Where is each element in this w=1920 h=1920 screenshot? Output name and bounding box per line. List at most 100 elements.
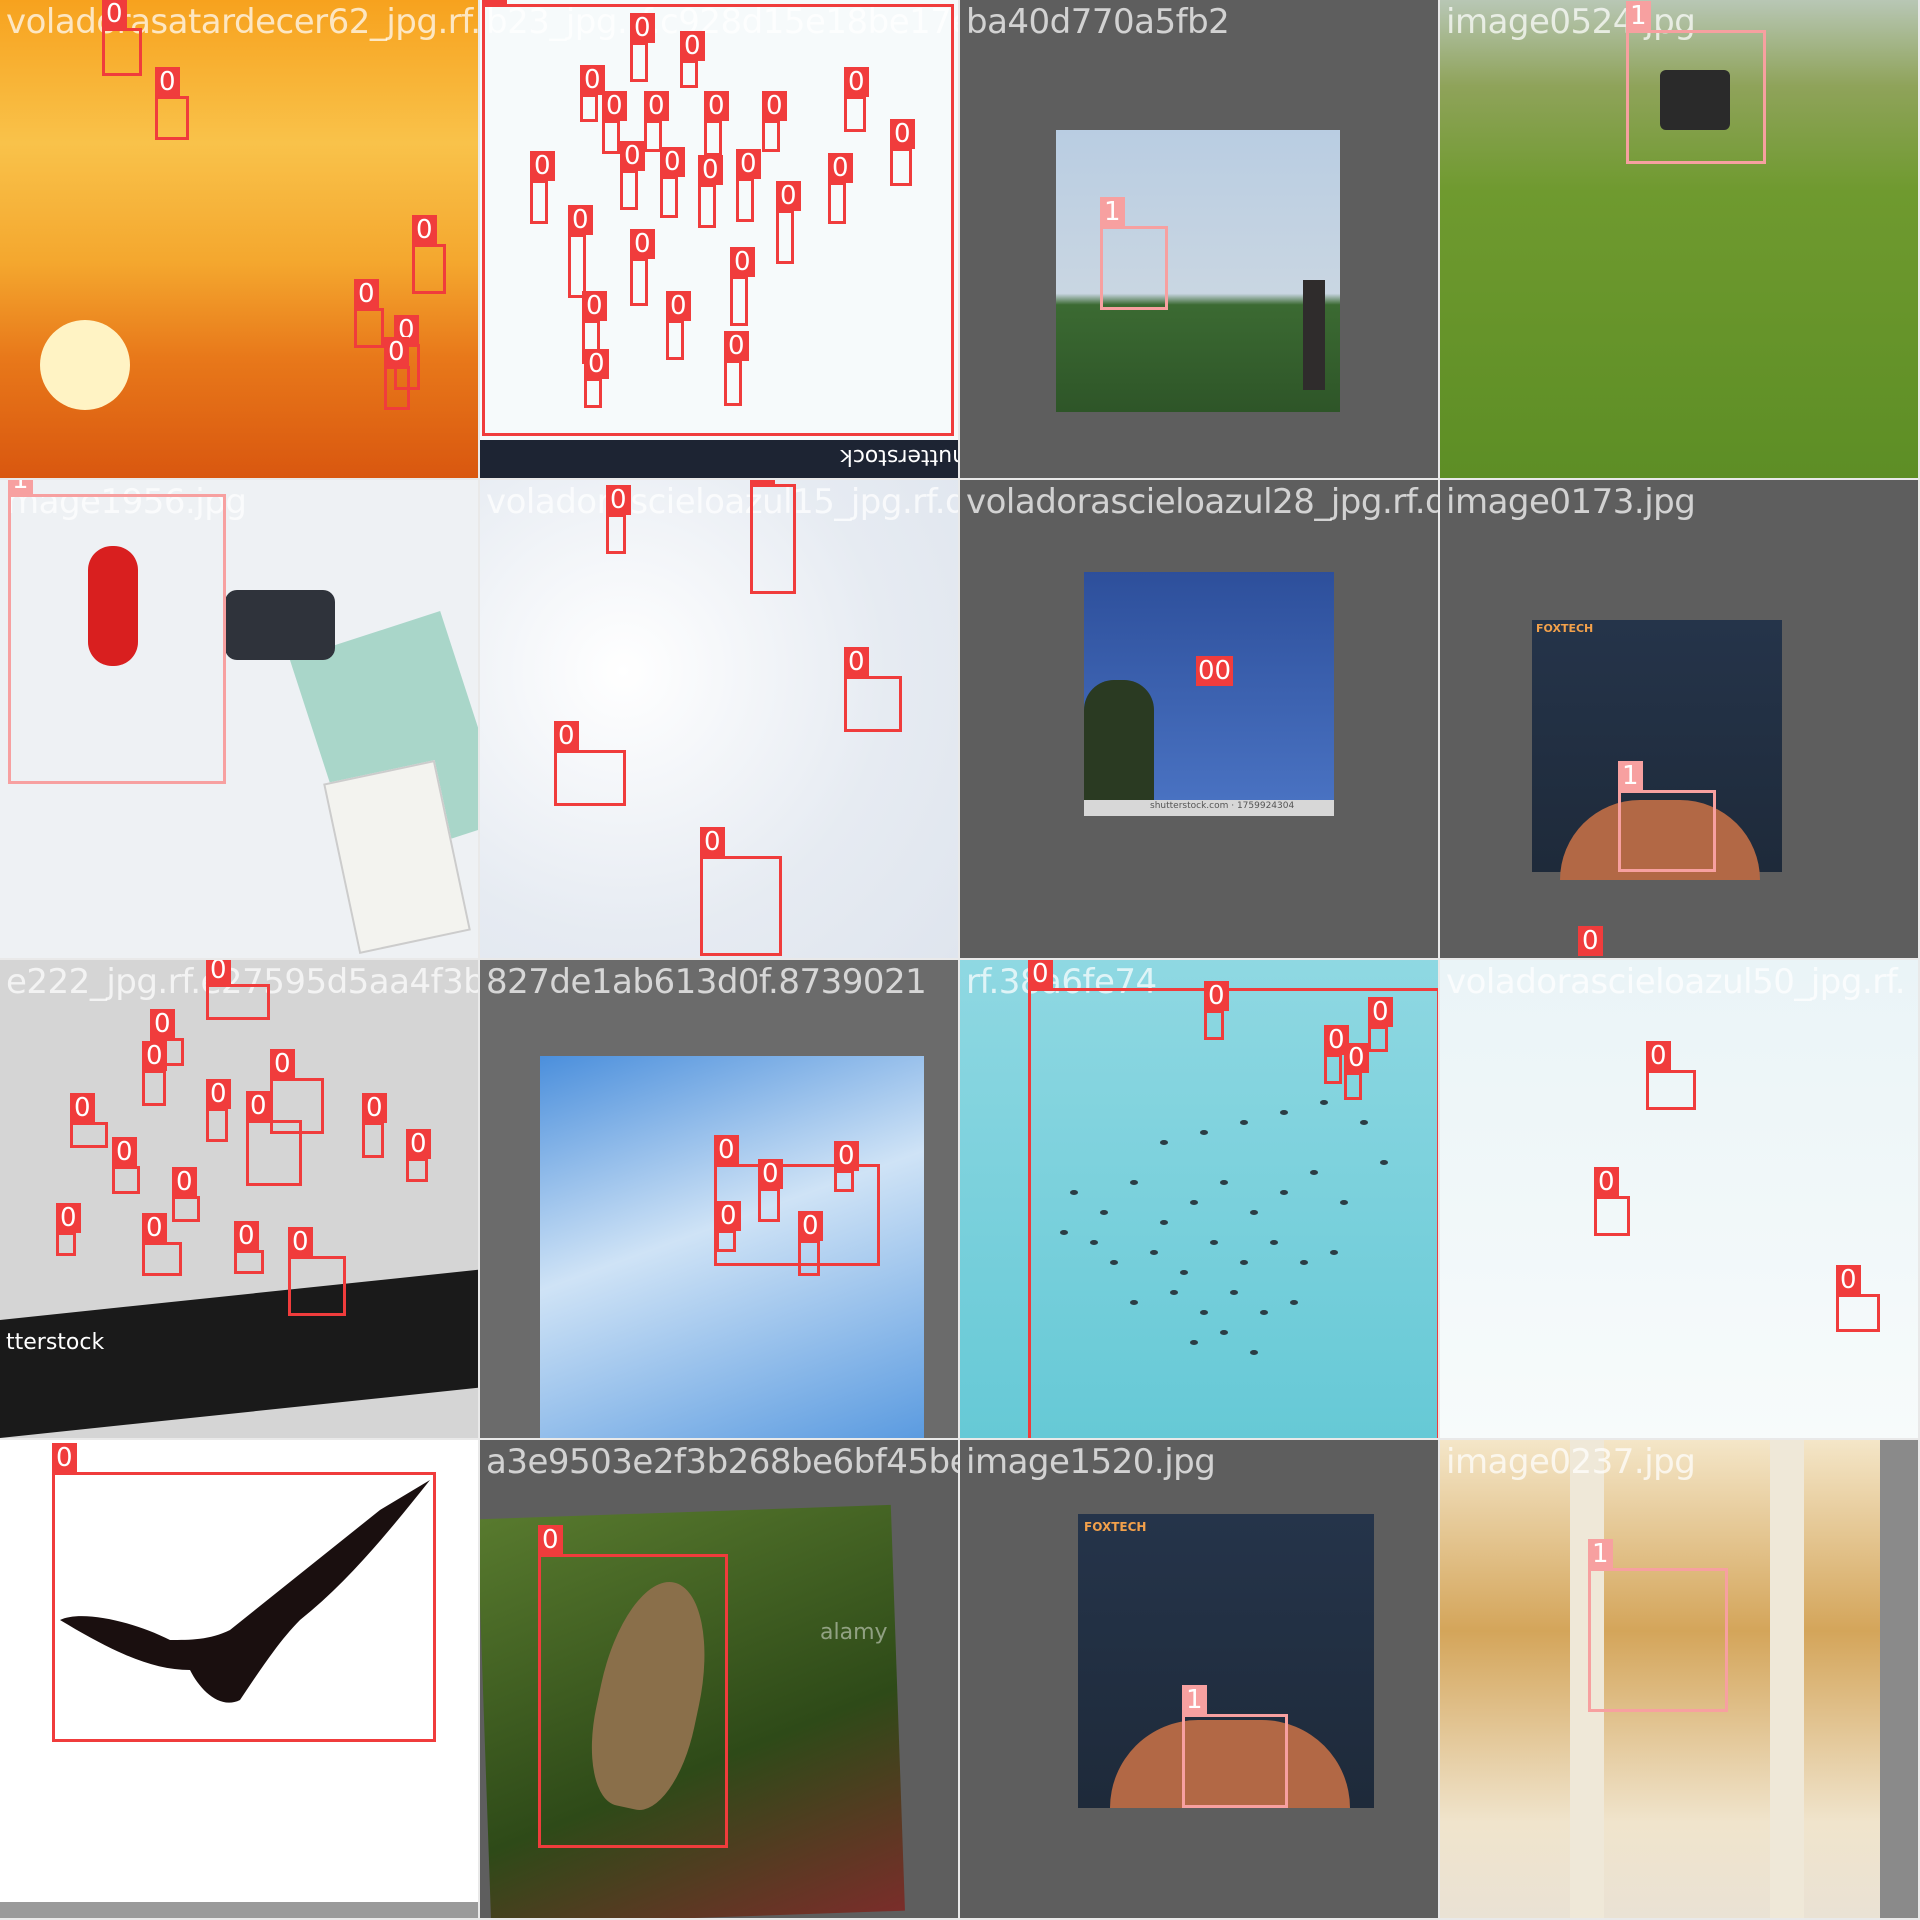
tile-blue-sky-tree: shutterstock.com · 1759924304 voladorasc… bbox=[960, 480, 1438, 958]
tile-boat-drone: FOXTECH image0173.jpg 1 0 bbox=[1440, 480, 1918, 958]
tterstock-watermark: tterstock bbox=[6, 1330, 105, 1355]
bird-box: 0 bbox=[606, 485, 631, 554]
bird-label-edge: 0 bbox=[1578, 926, 1603, 956]
foxtech-logo: FOXTECH bbox=[1536, 622, 1594, 635]
bird-box: 0 bbox=[580, 65, 605, 122]
bird-box: 0 bbox=[758, 1159, 783, 1222]
bird-box: 0 bbox=[142, 1213, 182, 1276]
bird-box: 0 bbox=[155, 67, 189, 140]
flock-box: 0 bbox=[1028, 960, 1438, 1438]
flock-bird bbox=[1280, 1190, 1288, 1195]
tile-building-drone: image0237.jpg 1 bbox=[1440, 1440, 1918, 1918]
tile-filename: voladorascieloazul28_jpg.rf.d9ead51208 bbox=[966, 482, 1438, 522]
bird-box: 0 bbox=[354, 279, 384, 348]
bird-frame-box: 0 bbox=[482, 0, 954, 436]
foxtech-logo: FOXTECH bbox=[1084, 1520, 1147, 1534]
tree bbox=[1084, 680, 1154, 808]
bird-box: 0 bbox=[680, 31, 705, 88]
bird-box: 0 bbox=[666, 291, 691, 360]
bird-box: 0 bbox=[246, 1091, 302, 1186]
tile-birds-white-sky: voladorascieloazul50_jpg.rf. 0 0 0 bbox=[1440, 960, 1918, 1438]
tile-filename: image1520.jpg bbox=[966, 1442, 1216, 1482]
flock-bird bbox=[1270, 1240, 1278, 1245]
bird-box: 0 bbox=[362, 1093, 387, 1158]
tile-filename: a3e9503e2f3b268be6bf45be77e4572a624d bbox=[486, 1442, 958, 1482]
bird-box: 0 bbox=[704, 91, 729, 156]
flock-bird bbox=[1160, 1140, 1168, 1145]
bird-box: 0 bbox=[1204, 981, 1229, 1040]
bird-box: 0 bbox=[730, 247, 755, 326]
flock-bird bbox=[1330, 1250, 1338, 1255]
bird-box: 0 bbox=[716, 1201, 741, 1252]
controller bbox=[225, 590, 335, 660]
alamy-watermark: alamy bbox=[820, 1620, 888, 1645]
bird-box: 0 bbox=[828, 153, 853, 224]
tile-filename: image0237.jpg bbox=[1446, 1442, 1696, 1482]
bird-box: 0 bbox=[724, 331, 749, 406]
drone-box: 1 bbox=[1182, 1685, 1288, 1808]
bird-box: 0 bbox=[206, 1079, 231, 1142]
bird-box: 0 bbox=[700, 827, 782, 956]
flock-bird bbox=[1180, 1270, 1188, 1275]
tile-blue-clouds: 827de1ab613d0f.8739021 0 0 0 0 0 bbox=[480, 960, 958, 1438]
flock-bird bbox=[1070, 1190, 1078, 1195]
caption-text: shutterstock.com · 1759924304 bbox=[1150, 801, 1295, 811]
bird-box: 0 bbox=[762, 91, 787, 152]
flock-bird bbox=[1260, 1310, 1268, 1315]
flock-bird bbox=[1190, 1200, 1198, 1205]
tile-silhouette: voladorassiluota9_jpg.rf.0dd 0 bbox=[0, 1440, 478, 1918]
detection-mosaic: voladorasatardecer62_jpg.rf. 0 0 0 0 0 0… bbox=[0, 0, 1920, 1920]
tile-drone-field: ba40d770a5fb2 1 bbox=[960, 0, 1438, 478]
tile-boat-drone-2: FOXTECH image1520.jpg 1 bbox=[960, 1440, 1438, 1918]
drone-box: 1 bbox=[1618, 761, 1716, 872]
flock-bird bbox=[1380, 1160, 1388, 1165]
drone-box: 1 bbox=[1100, 197, 1168, 310]
tile-birds-clouds: voladorascieloazul15_jpg.rf.d07abbf39e38… bbox=[480, 480, 958, 958]
flock-bird bbox=[1130, 1180, 1138, 1185]
bird-box: 0 bbox=[698, 155, 723, 228]
bird-box: 0 bbox=[234, 1221, 264, 1274]
bird-box: 0 bbox=[142, 1041, 167, 1106]
flock-bird bbox=[1230, 1290, 1238, 1295]
bird-box: 0 bbox=[70, 1093, 108, 1148]
flock-bird bbox=[1130, 1300, 1138, 1305]
bird-box: 0 bbox=[554, 721, 626, 806]
flock-bird bbox=[1340, 1200, 1348, 1205]
flock-bird bbox=[1240, 1120, 1248, 1125]
bird-box: 0 bbox=[1324, 1025, 1349, 1084]
tile-filename: ba40d770a5fb2 bbox=[966, 2, 1230, 42]
bird-box: 0 bbox=[102, 0, 142, 76]
flock-bird bbox=[1290, 1300, 1298, 1305]
flock-bird bbox=[1320, 1100, 1328, 1105]
bottom-border bbox=[0, 1902, 478, 1918]
bird-box: 0 bbox=[538, 1525, 728, 1848]
flock-bird bbox=[1280, 1110, 1288, 1115]
bird-box: 0 bbox=[1594, 1167, 1630, 1236]
bird-box: 0 bbox=[52, 1443, 436, 1742]
flock-bird bbox=[1190, 1340, 1198, 1345]
sun bbox=[40, 320, 130, 410]
tile-birds-grey: tterstock e222_jpg.rf.e27595d5aa4f3b 0 0… bbox=[0, 960, 478, 1438]
bird-box: 0 bbox=[56, 1203, 81, 1256]
shutterstock-watermark: shutterstock bbox=[840, 444, 958, 469]
tile-filename: voladorasatardecer62_jpg.rf. bbox=[6, 2, 478, 42]
drone-field-image bbox=[1056, 130, 1340, 412]
flock-bird bbox=[1220, 1330, 1228, 1335]
bird-box: 0 bbox=[1646, 1041, 1696, 1110]
bird-box: 0 bbox=[384, 337, 410, 410]
flock-bird bbox=[1220, 1180, 1228, 1185]
flock-bird bbox=[1090, 1240, 1098, 1245]
flock-bird bbox=[1300, 1260, 1308, 1265]
bird-box: 0 bbox=[584, 349, 609, 408]
bird-box: 0 bbox=[776, 181, 801, 264]
tile-drone-grass: image0524.jpg 1 bbox=[1440, 0, 1918, 478]
tile-filename: voladorascieloazul15_jpg.rf.d07abbf39e38 bbox=[486, 482, 958, 522]
drone-box: 1 bbox=[8, 480, 226, 784]
bird-box: 0 bbox=[750, 480, 796, 594]
tile-filename: image0173.jpg bbox=[1446, 482, 1696, 522]
flock-bird bbox=[1360, 1120, 1368, 1125]
tile-red-drone-desk: mage1956.jpg 1 bbox=[0, 480, 478, 958]
tile-filename: voladorascieloazul50_jpg.rf. bbox=[1446, 962, 1906, 1002]
flock-bird bbox=[1250, 1350, 1258, 1355]
bird-box: 0 bbox=[834, 1141, 859, 1192]
